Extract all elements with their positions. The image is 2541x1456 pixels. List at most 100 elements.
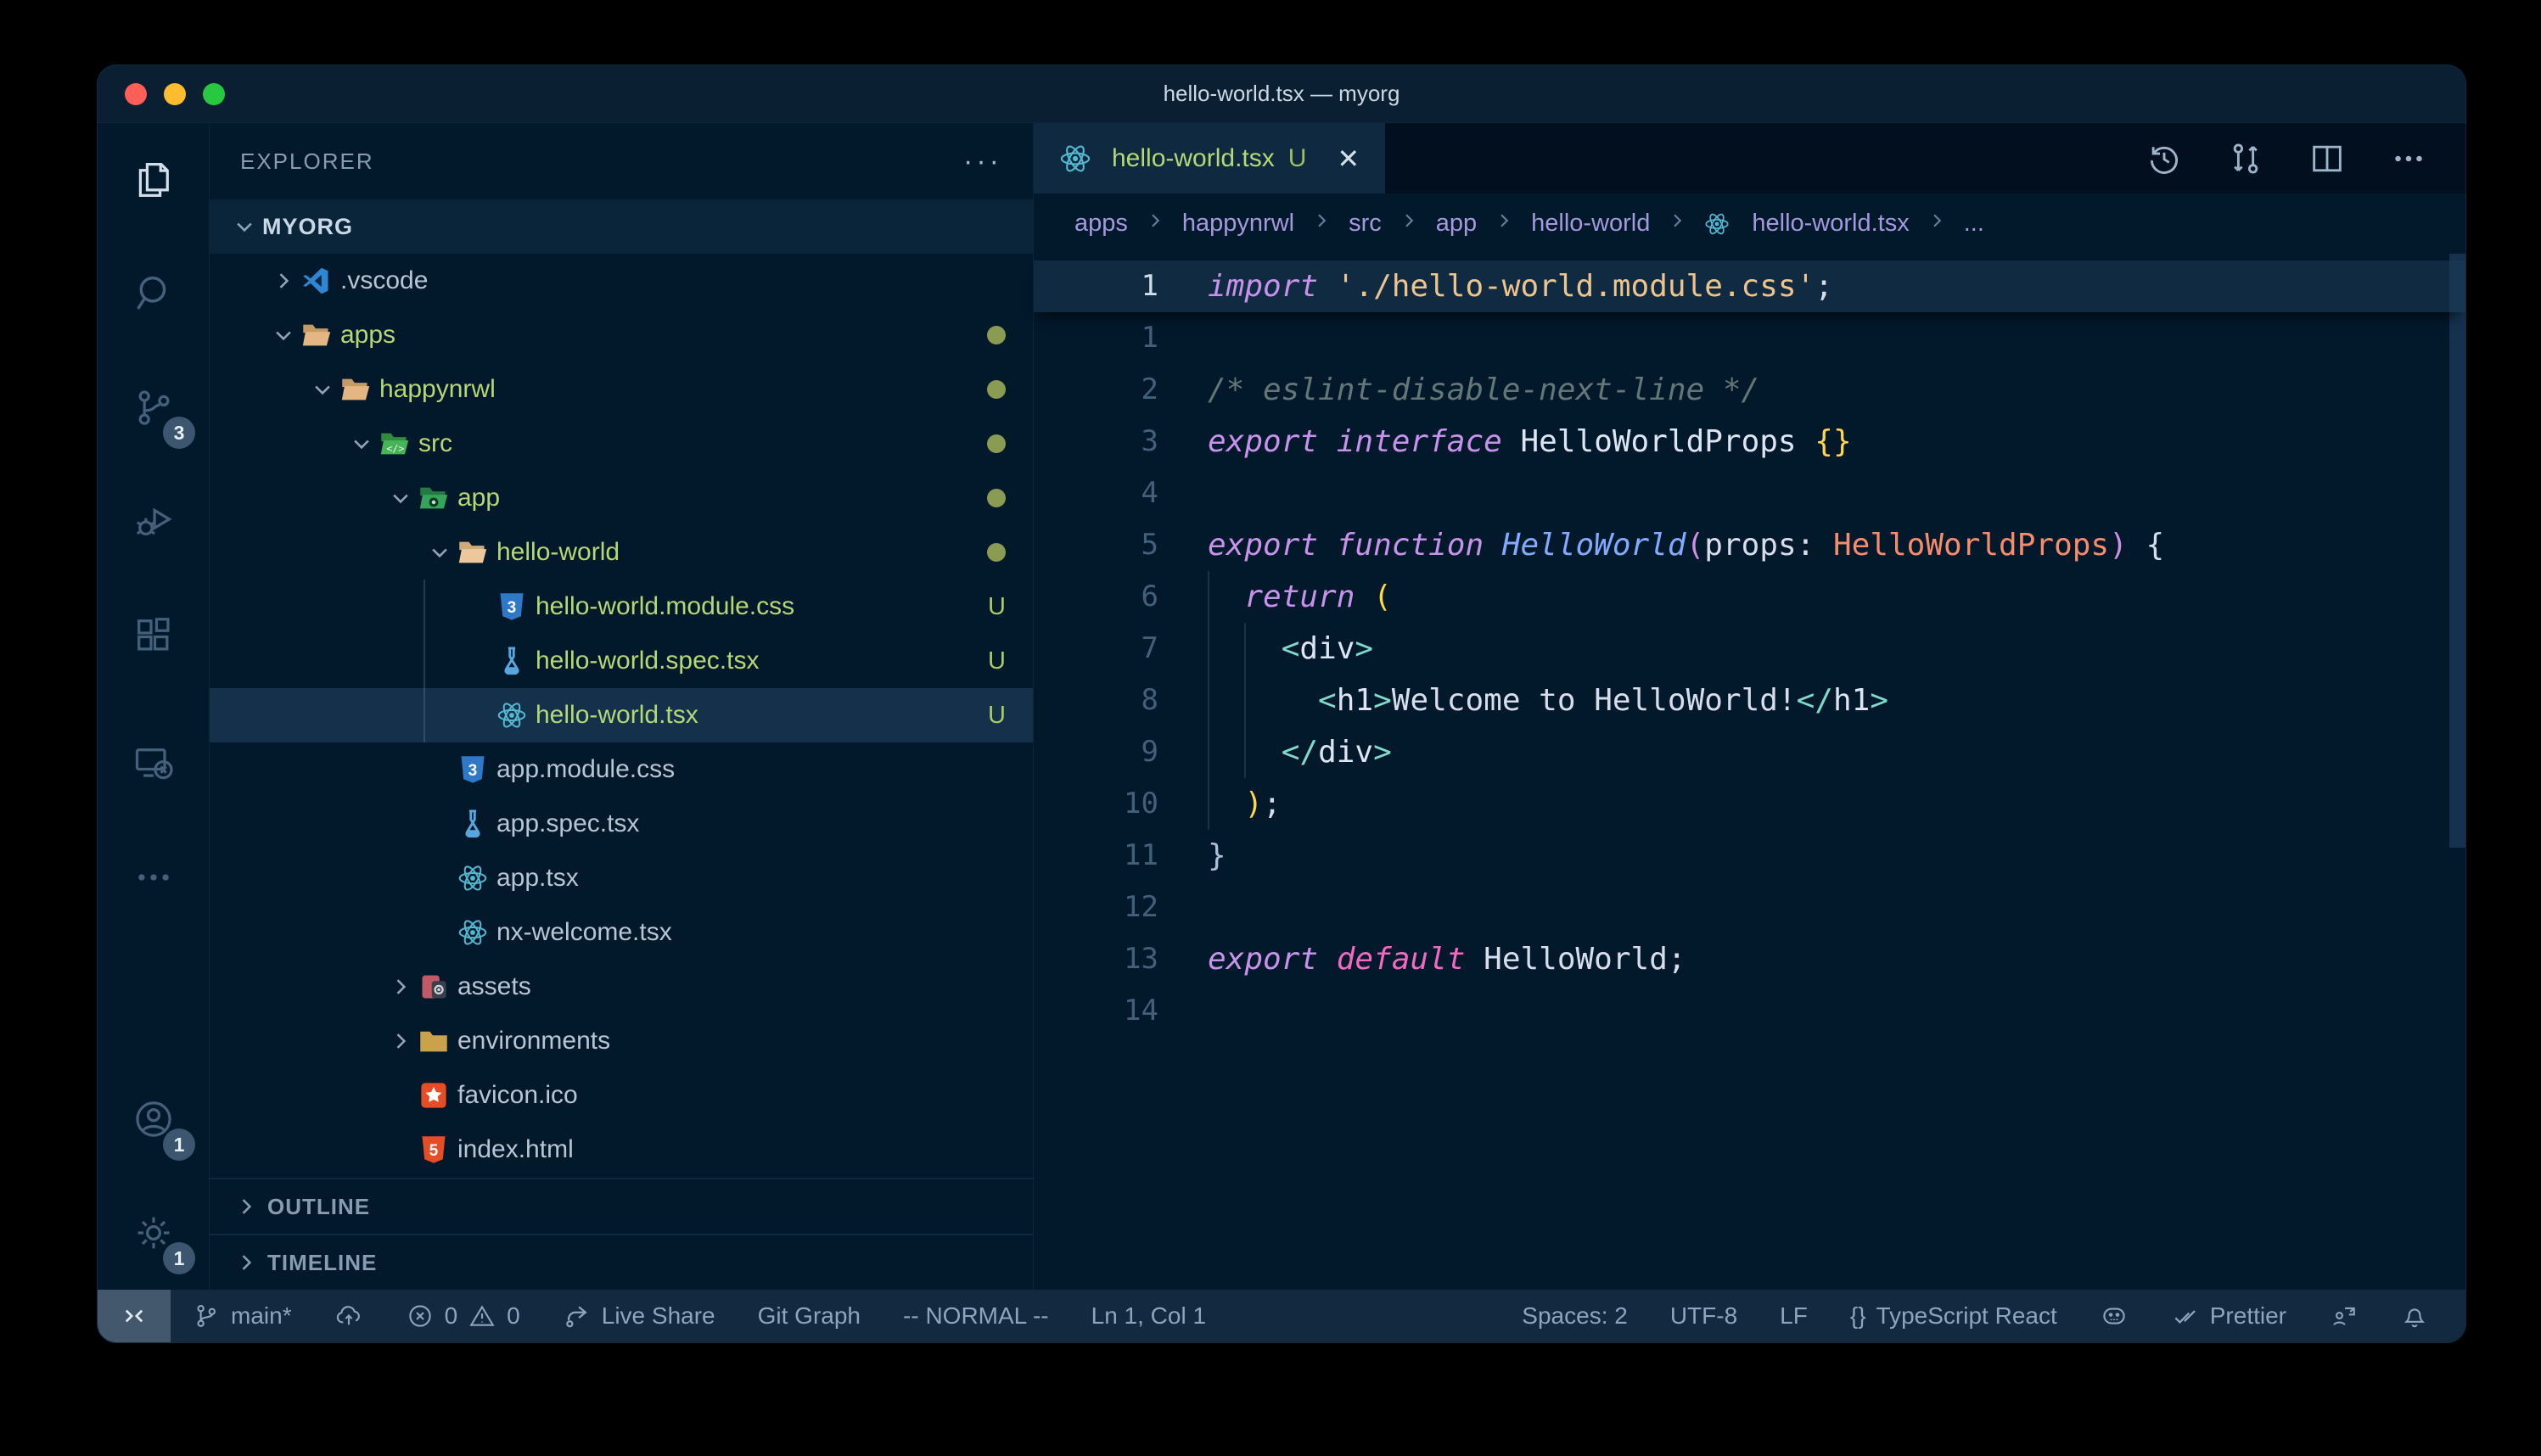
- code-line-text: return (: [1208, 571, 1392, 623]
- tree-item-vscode[interactable]: .vscode: [210, 254, 1033, 308]
- minimize-window-button[interactable]: [164, 83, 186, 105]
- zoom-window-button[interactable]: [203, 83, 225, 105]
- editor-group: hello-world.tsx U ✕ apps happynrwl src app h…: [1034, 123, 2465, 1290]
- tree-item-environments[interactable]: environments: [210, 1014, 1033, 1068]
- activity-bar-item-accounts[interactable]: 1: [98, 1062, 209, 1176]
- status-git-branch[interactable]: main*: [171, 1290, 313, 1342]
- code-line[interactable]: 13export default HelloWorld;: [1034, 933, 2465, 985]
- status-screencast[interactable]: [2308, 1290, 2379, 1342]
- activity-bar-item-settings[interactable]: 1: [98, 1176, 209, 1290]
- tree-item-happynrwl[interactable]: happynrwl: [210, 362, 1033, 417]
- breadcrumb-item-src[interactable]: src: [1349, 210, 1382, 238]
- chevron-down-icon: [383, 486, 418, 510]
- breadcrumb-item-hello-world[interactable]: hello-world: [1531, 210, 1650, 238]
- status-eol[interactable]: LF: [1759, 1290, 1829, 1342]
- tree-item-label: index.html: [457, 1135, 574, 1164]
- breadcrumb-item-[interactable]: ...: [1964, 210, 1984, 238]
- code-line[interactable]: 14: [1034, 985, 2465, 1037]
- react-icon: [496, 700, 536, 731]
- code-line[interactable]: 11}: [1034, 830, 2465, 882]
- tree-item-nx-welcome-tsx[interactable]: nx-welcome.tsx: [210, 905, 1033, 960]
- status-feedback-smiley[interactable]: [2078, 1290, 2150, 1342]
- code-editor[interactable]: 1import './hello-world.module.css';12/* …: [1034, 254, 2465, 1290]
- code-line[interactable]: 6 return (: [1034, 571, 2465, 623]
- close-window-button[interactable]: [125, 83, 147, 105]
- editor-scrollbar[interactable]: [2449, 254, 2465, 848]
- code-line[interactable]: 5export function HelloWorld(props: Hello…: [1034, 519, 2465, 571]
- tree-item-app-tsx[interactable]: app.tsx: [210, 851, 1033, 905]
- status-vim-mode[interactable]: -- NORMAL --: [882, 1290, 1070, 1342]
- activity-bar-item-source-control[interactable]: 3: [98, 350, 209, 464]
- activity-bar-item-run-debug[interactable]: [98, 464, 209, 578]
- tree-item-favicon-ico[interactable]: favicon.ico: [210, 1068, 1033, 1123]
- breadcrumb-label: ...: [1964, 210, 1984, 238]
- activity-bar-item-remote-explorer[interactable]: [98, 707, 209, 820]
- status-eol-label: LF: [1780, 1302, 1808, 1330]
- tree-item-assets[interactable]: assets: [210, 960, 1033, 1014]
- activity-bar-item-explorer[interactable]: [98, 123, 209, 237]
- status-prettier[interactable]: Prettier: [2150, 1290, 2308, 1342]
- status-indentation[interactable]: Spaces: 2: [1500, 1290, 1649, 1342]
- code-line[interactable]: 9 </div>: [1034, 726, 2465, 778]
- breadcrumb-label: apps: [1074, 210, 1128, 238]
- breadcrumb-label: src: [1349, 210, 1382, 238]
- status-problems[interactable]: 00: [384, 1290, 541, 1342]
- breadcrumb-item-happynrwl[interactable]: happynrwl: [1182, 210, 1294, 238]
- debug-icon: [132, 499, 176, 543]
- tree-item-hello-world-module-css[interactable]: 3hello-world.module.cssU: [210, 580, 1033, 634]
- status-cursor-position[interactable]: Ln 1, Col 1: [1070, 1290, 1227, 1342]
- breadcrumb-item-app[interactable]: app: [1436, 210, 1477, 238]
- tree-item-label: MYORG: [262, 214, 353, 240]
- tree-item-src[interactable]: </>src: [210, 417, 1033, 471]
- split-editor-icon[interactable]: [2308, 139, 2347, 178]
- panel-header-outline[interactable]: OUTLINE: [210, 1178, 1033, 1234]
- code-line[interactable]: 4: [1034, 468, 2465, 519]
- folder-src-icon: </>: [379, 428, 418, 459]
- vscode-window: hello-world.tsx — myorg 311 EXPLORER ···…: [98, 65, 2465, 1342]
- branch-icon: [192, 1302, 221, 1330]
- code-line[interactable]: 1: [1034, 312, 2465, 364]
- close-tab-icon[interactable]: ✕: [1337, 143, 1360, 175]
- screencast-icon: [2329, 1302, 2358, 1330]
- code-line[interactable]: 12: [1034, 882, 2465, 933]
- code-line[interactable]: 8 <h1>Welcome to HelloWorld!</h1>: [1034, 675, 2465, 726]
- code-line[interactable]: 10 );: [1034, 778, 2465, 830]
- tree-item-app-spec-tsx[interactable]: app.spec.tsx: [210, 797, 1033, 851]
- code-line-text: <div>: [1208, 623, 1373, 675]
- tree-item-app[interactable]: app: [210, 471, 1033, 525]
- status-remote-indicator[interactable]: [98, 1290, 171, 1342]
- tab-hello-world-tsx[interactable]: hello-world.tsx U ✕: [1034, 123, 1385, 193]
- tree-item-hello-world-tsx[interactable]: hello-world.tsxU: [210, 688, 1033, 742]
- status-language-mode[interactable]: {}TypeScript React: [1829, 1290, 2078, 1342]
- status-live-share-label: Live Share: [602, 1302, 715, 1330]
- activity-bar-item-search[interactable]: [98, 237, 209, 350]
- activity-bar-item-extensions[interactable]: [98, 578, 209, 692]
- tree-item-apps[interactable]: apps: [210, 308, 1033, 362]
- breadcrumb-item-hello-world-tsx[interactable]: hello-world.tsx: [1704, 210, 1909, 238]
- tree-item-hello-world-spec-tsx[interactable]: hello-world.spec.tsxU: [210, 634, 1033, 688]
- tree-item-hello-world[interactable]: hello-world: [210, 525, 1033, 580]
- timeline-history-icon[interactable]: [2145, 139, 2184, 178]
- tree-item-index-html[interactable]: 5index.html: [210, 1123, 1033, 1177]
- panel-header-timeline[interactable]: TIMELINE: [210, 1234, 1033, 1290]
- tree-item-app-module-css[interactable]: 3app.module.css: [210, 742, 1033, 797]
- code-line[interactable]: 7 <div>: [1034, 623, 2465, 675]
- code-line[interactable]: 3export interface HelloWorldProps {}: [1034, 416, 2465, 468]
- views-and-more-actions-icon[interactable]: ···: [963, 145, 1002, 178]
- activity-bar-item-more-views[interactable]: [98, 820, 209, 934]
- status-problems-label: 0: [507, 1302, 520, 1330]
- tree-item-decoration: [987, 489, 1033, 507]
- open-changes-icon[interactable]: [2226, 139, 2265, 178]
- breadcrumb-item-apps[interactable]: apps: [1074, 210, 1128, 238]
- code-line[interactable]: 1import './hello-world.module.css';: [1034, 260, 2465, 312]
- code-line-text: }: [1208, 830, 1226, 882]
- status-sync-changes[interactable]: [313, 1290, 384, 1342]
- status-git-graph[interactable]: Git Graph: [737, 1290, 882, 1342]
- status-encoding[interactable]: UTF-8: [1649, 1290, 1759, 1342]
- status-notifications[interactable]: [2379, 1290, 2450, 1342]
- code-line[interactable]: 2/* eslint-disable-next-line */: [1034, 364, 2465, 416]
- more-actions-icon[interactable]: [2389, 139, 2428, 178]
- tree-item-myorg[interactable]: MYORG: [210, 199, 1033, 254]
- editor-actions: [2145, 123, 2465, 193]
- status-live-share[interactable]: Live Share: [541, 1290, 737, 1342]
